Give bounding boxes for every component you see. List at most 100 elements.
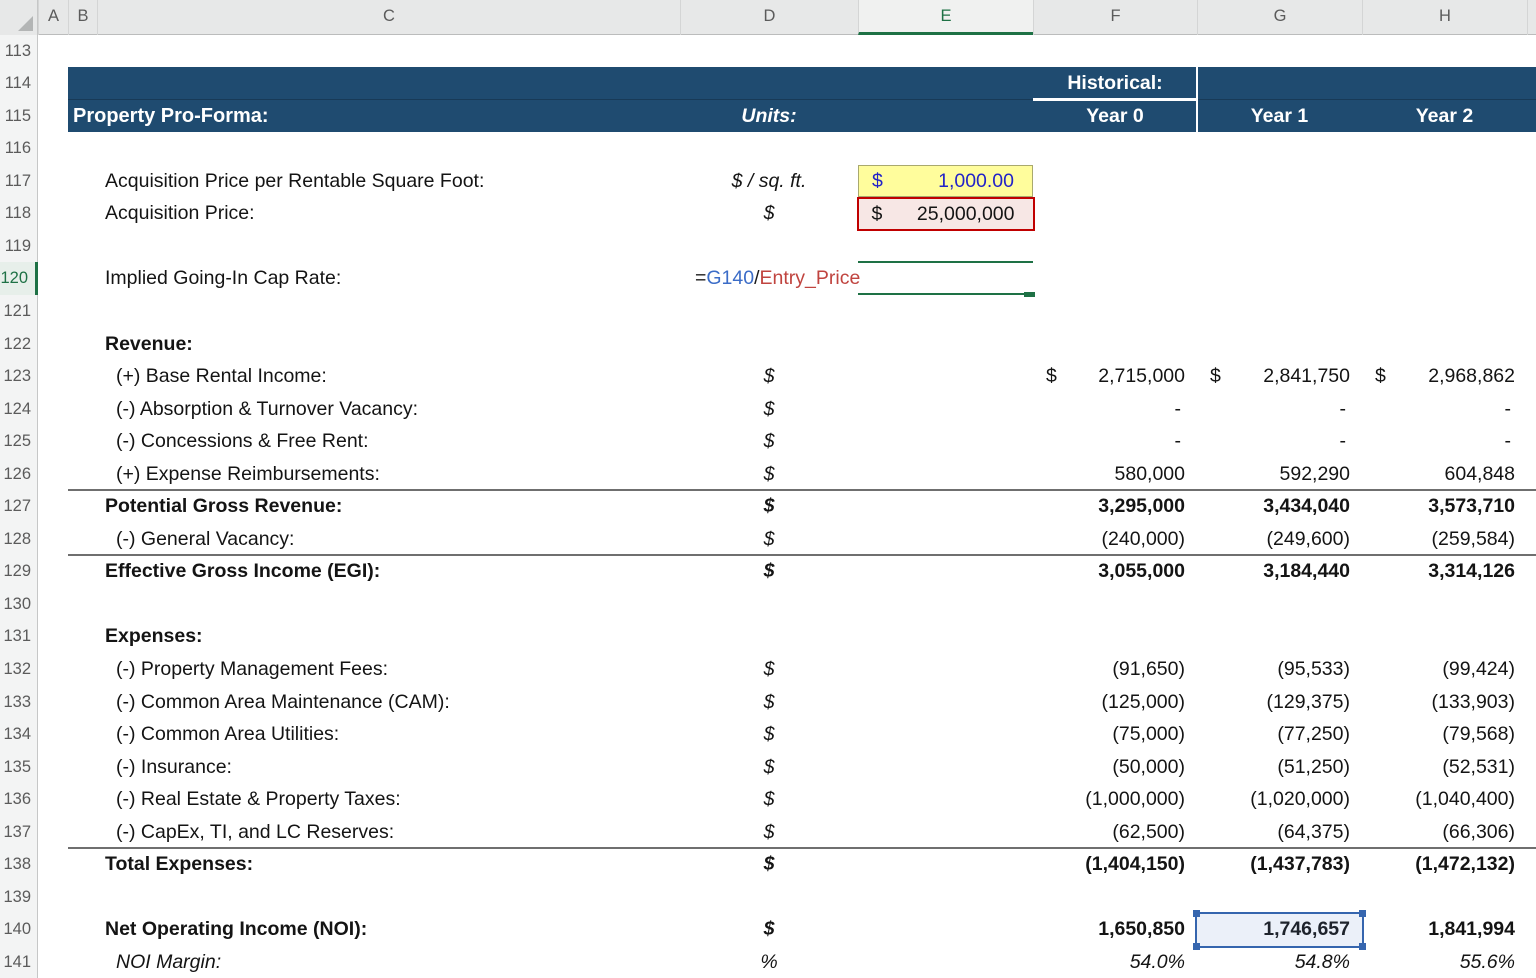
cell-f137[interactable]: (62,500) xyxy=(1033,816,1197,849)
cell-d127-unit[interactable]: $ xyxy=(680,490,858,523)
cell-f133[interactable]: (125,000) xyxy=(1033,686,1197,719)
cell-f135[interactable]: (50,000) xyxy=(1033,751,1197,784)
cell-c135-label[interactable]: (-) Insurance: xyxy=(97,751,680,784)
cell-d141-unit[interactable]: % xyxy=(680,946,858,978)
cell-h136[interactable]: (1,040,400) xyxy=(1362,783,1527,816)
cell-c136-label[interactable]: (-) Real Estate & Property Taxes: xyxy=(97,783,680,816)
cell-d126-unit[interactable]: $ xyxy=(680,458,858,491)
column-header-d[interactable]: D xyxy=(680,0,858,35)
cell-d138-unit[interactable]: $ xyxy=(680,848,858,881)
historical-header[interactable]: Historical: xyxy=(1033,67,1197,100)
cell-f136[interactable]: (1,000,000) xyxy=(1033,783,1197,816)
cell-g136[interactable]: (1,020,000) xyxy=(1197,783,1362,816)
cell-g141[interactable]: 54.8% xyxy=(1197,946,1362,978)
cell-c126-label[interactable]: (+) Expense Reimbursements: xyxy=(97,458,680,491)
cell-h140[interactable]: 1,841,994 xyxy=(1362,913,1527,946)
cell-c117-label[interactable]: Acquisition Price per Rentable Square Fo… xyxy=(97,165,680,198)
cell-d136-unit[interactable]: $ xyxy=(680,783,858,816)
units-column-header[interactable]: Units: xyxy=(680,100,858,133)
year2-header[interactable]: Year 2 xyxy=(1362,100,1527,133)
column-header-b[interactable]: B xyxy=(68,0,97,35)
cell-f132[interactable]: (91,650) xyxy=(1033,653,1197,686)
row-header-119[interactable]: 119 xyxy=(0,230,38,263)
cell-d140-unit[interactable]: $ xyxy=(680,913,858,946)
cell-h137[interactable]: (66,306) xyxy=(1362,816,1527,849)
cell-e117-psf-input[interactable]: $ 1,000.00 xyxy=(858,165,1033,197)
row-header-130[interactable]: 130 xyxy=(0,588,38,621)
cell-c138-label[interactable]: Total Expenses: xyxy=(97,848,680,881)
cell-d132-unit[interactable]: $ xyxy=(680,653,858,686)
cell-d118-unit[interactable]: $ xyxy=(680,197,858,230)
cell-h125[interactable]: - xyxy=(1362,425,1527,458)
year0-header[interactable]: Year 0 xyxy=(1033,100,1197,133)
cell-d133-unit[interactable]: $ xyxy=(680,686,858,719)
cell-f126[interactable]: 580,000 xyxy=(1033,458,1197,491)
cell-c141-label[interactable]: NOI Margin: xyxy=(97,946,680,978)
cell-c118-label[interactable]: Acquisition Price: xyxy=(97,197,680,230)
cell-g126[interactable]: 592,290 xyxy=(1197,458,1362,491)
cell-f127[interactable]: 3,295,000 xyxy=(1033,490,1197,523)
cell-g133[interactable]: (129,375) xyxy=(1197,686,1362,719)
cell-c120-label[interactable]: Implied Going-In Cap Rate: xyxy=(97,262,680,295)
cell-d137-unit[interactable]: $ xyxy=(680,816,858,849)
cell-f129[interactable]: 3,055,000 xyxy=(1033,555,1197,588)
cell-g128[interactable]: (249,600) xyxy=(1197,523,1362,556)
cell-c134-label[interactable]: (-) Common Area Utilities: xyxy=(97,718,680,751)
column-header-partial[interactable] xyxy=(1527,0,1536,35)
cell-h124[interactable]: - xyxy=(1362,393,1527,426)
select-all-corner[interactable] xyxy=(0,0,38,35)
cell-d135-unit[interactable]: $ xyxy=(680,751,858,784)
cell-e118-entry-price-input[interactable]: $ 25,000,000 xyxy=(857,197,1035,232)
year1-header[interactable]: Year 1 xyxy=(1197,100,1362,133)
column-header-f[interactable]: F xyxy=(1033,0,1197,35)
column-header-h[interactable]: H xyxy=(1362,0,1527,35)
cell-e120-formula-edit[interactable]: =G140/Entry_Price xyxy=(695,262,860,295)
cell-c128-label[interactable]: (-) General Vacancy: xyxy=(97,523,680,556)
cell-h126[interactable]: 604,848 xyxy=(1362,458,1527,491)
cell-c123-label[interactable]: (+) Base Rental Income: xyxy=(97,360,680,393)
cell-h132[interactable]: (99,424) xyxy=(1362,653,1527,686)
column-header-a[interactable]: A xyxy=(38,0,68,35)
proforma-title[interactable]: Property Pro-Forma: xyxy=(73,100,269,133)
cell-d124-unit[interactable]: $ xyxy=(680,393,858,426)
cell-g125[interactable]: - xyxy=(1197,425,1362,458)
cell-h134[interactable]: (79,568) xyxy=(1362,718,1527,751)
cell-g123[interactable]: $2,841,750 xyxy=(1197,360,1362,393)
cell-g137[interactable]: (64,375) xyxy=(1197,816,1362,849)
cell-c122-section[interactable]: Revenue: xyxy=(97,328,680,361)
cell-g134[interactable]: (77,250) xyxy=(1197,718,1362,751)
cell-d128-unit[interactable]: $ xyxy=(680,523,858,556)
cell-f125[interactable]: - xyxy=(1033,425,1197,458)
cell-d123-unit[interactable]: $ xyxy=(680,360,858,393)
cell-f138[interactable]: (1,404,150) xyxy=(1033,848,1197,881)
cell-c133-label[interactable]: (-) Common Area Maintenance (CAM): xyxy=(97,686,680,719)
cell-c131-section[interactable]: Expenses: xyxy=(97,620,680,653)
row-header-121[interactable]: 121 xyxy=(0,295,38,328)
cell-d134-unit[interactable]: $ xyxy=(680,718,858,751)
cell-d125-unit[interactable]: $ xyxy=(680,425,858,458)
cell-c132-label[interactable]: (-) Property Management Fees: xyxy=(97,653,680,686)
cell-d129-unit[interactable]: $ xyxy=(680,555,858,588)
cell-h138[interactable]: (1,472,132) xyxy=(1362,848,1527,881)
cell-h133[interactable]: (133,903) xyxy=(1362,686,1527,719)
column-header-e-active[interactable]: E xyxy=(858,0,1033,35)
cell-h141[interactable]: 55.6% xyxy=(1362,946,1527,978)
cell-h135[interactable]: (52,531) xyxy=(1362,751,1527,784)
cell-c125-label[interactable]: (-) Concessions & Free Rent: xyxy=(97,425,680,458)
row-header-139[interactable]: 139 xyxy=(0,881,38,914)
cell-h129[interactable]: 3,314,126 xyxy=(1362,555,1527,588)
cell-g138[interactable]: (1,437,783) xyxy=(1197,848,1362,881)
row-header-114[interactable]: 114 xyxy=(0,67,38,100)
cell-c137-label[interactable]: (-) CapEx, TI, and LC Reserves: xyxy=(97,816,680,849)
cell-g140-selected[interactable]: 1,746,657 xyxy=(1197,913,1362,946)
cell-g127[interactable]: 3,434,040 xyxy=(1197,490,1362,523)
fill-handle[interactable] xyxy=(1024,292,1035,298)
column-header-g[interactable]: G xyxy=(1197,0,1362,35)
row-header-113[interactable]: 113 xyxy=(0,35,38,68)
cell-d117-unit[interactable]: $ / sq. ft. xyxy=(680,165,858,198)
cell-h127[interactable]: 3,573,710 xyxy=(1362,490,1527,523)
cell-f140[interactable]: 1,650,850 xyxy=(1033,913,1197,946)
cell-c129-label[interactable]: Effective Gross Income (EGI): xyxy=(97,555,680,588)
row-header-116[interactable]: 116 xyxy=(0,132,38,165)
cell-c127-label[interactable]: Potential Gross Revenue: xyxy=(97,490,680,523)
